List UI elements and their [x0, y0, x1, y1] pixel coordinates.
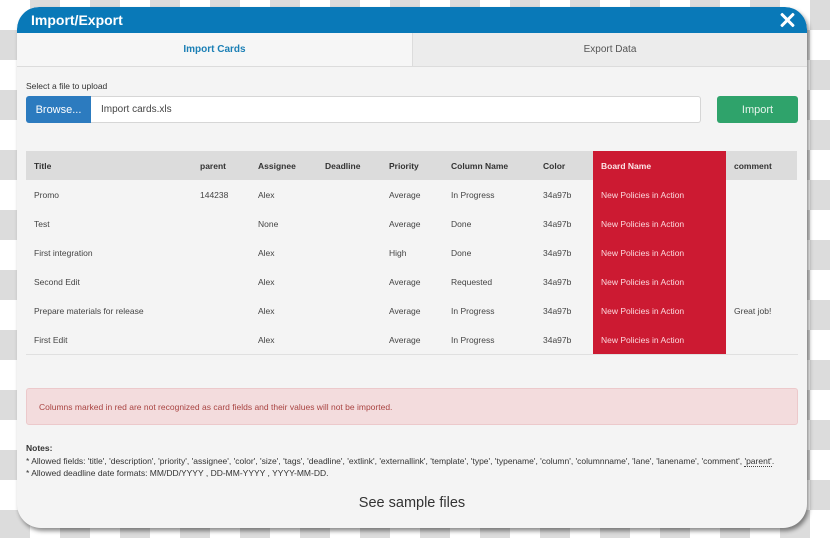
preview-table: Title parent Assignee Deadline Priority Colum… — [26, 151, 797, 354]
cell-board-name: New Policies in Action — [593, 180, 726, 209]
cell-board-name: New Policies in Action — [593, 325, 726, 354]
cell-parent — [192, 296, 250, 325]
column-header-priority: Priority — [381, 151, 443, 180]
tab-import-cards[interactable]: Import Cards — [17, 33, 412, 66]
import-panel: Select a file to upload Browse... Import… — [17, 81, 807, 511]
browse-button[interactable]: Browse... — [26, 96, 91, 123]
cell-deadline — [317, 238, 381, 267]
column-header-title: Title — [26, 151, 192, 180]
close-icon[interactable] — [779, 12, 795, 28]
cell-priority: Average — [381, 325, 443, 354]
cell-title: Prepare materials for release — [26, 296, 192, 325]
modal-title: Import/Export — [31, 12, 123, 28]
cell-title: First Edit — [26, 325, 192, 354]
column-header-deadline: Deadline — [317, 151, 381, 180]
cell-deadline — [317, 296, 381, 325]
cell-parent: 144238 — [192, 180, 250, 209]
cell-assignee: Alex — [250, 180, 317, 209]
cell-comment — [726, 180, 797, 209]
cell-assignee: Alex — [250, 296, 317, 325]
cell-parent — [192, 325, 250, 354]
cell-column-name: Done — [443, 209, 535, 238]
cell-title: Second Edit — [26, 267, 192, 296]
allowed-fields-text: * Allowed fields: 'title', 'description'… — [26, 455, 745, 466]
cell-comment — [726, 238, 797, 267]
cell-column-name: Done — [443, 238, 535, 267]
file-name-field[interactable]: Import cards.xls — [91, 96, 701, 123]
cell-priority: Average — [381, 180, 443, 209]
cell-comment — [726, 209, 797, 238]
column-header-column-name: Column Name — [443, 151, 535, 180]
cell-assignee: Alex — [250, 238, 317, 267]
cell-title: Test — [26, 209, 192, 238]
table-row: Test None Average Done 34a97b New Policies in… — [26, 209, 797, 238]
cell-priority: Average — [381, 267, 443, 296]
cell-parent — [192, 267, 250, 296]
cell-board-name: New Policies in Action — [593, 238, 726, 267]
cell-color: 34a97b — [535, 267, 593, 296]
cell-deadline — [317, 209, 381, 238]
cell-board-name: New Policies in Action — [593, 267, 726, 296]
column-header-color: Color — [535, 151, 593, 180]
table-header-row: Title parent Assignee Deadline Priority Colum… — [26, 151, 797, 180]
cell-title: First integration — [26, 238, 192, 267]
table-row: Second Edit Alex Average Requested 34a97b New… — [26, 267, 797, 296]
cell-assignee: Alex — [250, 325, 317, 354]
cell-comment: Great job! — [726, 296, 797, 325]
cell-color: 34a97b — [535, 209, 593, 238]
cell-color: 34a97b — [535, 180, 593, 209]
upload-label: Select a file to upload — [26, 81, 108, 91]
table-row: First integration Alex High Done 34a97b New P… — [26, 238, 797, 267]
cell-parent — [192, 209, 250, 238]
cell-priority: Average — [381, 296, 443, 325]
cell-priority: High — [381, 238, 443, 267]
cell-comment — [726, 325, 797, 354]
table-row: Promo 144238 Alex Average In Progress 34a97b N… — [26, 180, 797, 209]
cell-board-name: New Policies in Action — [593, 296, 726, 325]
unrecognized-columns-alert: Columns marked in red are not recognized… — [26, 388, 798, 425]
cell-priority: Average — [381, 209, 443, 238]
preview-table-wrapper: Title parent Assignee Deadline Priority Colum… — [26, 151, 798, 355]
date-formats-note: * Allowed deadline date formats: MM/DD/Y… — [26, 468, 329, 478]
see-sample-files-link[interactable]: See sample files — [26, 495, 798, 511]
tab-export-data[interactable]: Export Data — [412, 33, 807, 66]
allowed-fields-note: * Allowed fields: 'title', 'description'… — [26, 455, 798, 468]
modal-header: Import/Export — [17, 7, 807, 33]
table-row: First Edit Alex Average In Progress 34a97b Ne… — [26, 325, 797, 354]
cell-column-name: In Progress — [443, 180, 535, 209]
cell-deadline — [317, 267, 381, 296]
column-header-parent: parent — [192, 151, 250, 180]
column-header-board-name: Board Name — [593, 151, 726, 180]
cell-title: Promo — [26, 180, 192, 209]
cell-color: 34a97b — [535, 296, 593, 325]
allowed-fields-suffix: . — [771, 455, 775, 466]
table-body: Promo 144238 Alex Average In Progress 34a97b N… — [26, 180, 797, 354]
cell-parent — [192, 238, 250, 267]
import-button[interactable]: Import — [717, 96, 798, 123]
notes: Notes: * Allowed fields: 'title', 'descr… — [26, 442, 798, 480]
cell-comment — [726, 267, 797, 296]
cell-assignee: None — [250, 209, 317, 238]
cell-color: 34a97b — [535, 325, 593, 354]
cell-color: 34a97b — [535, 238, 593, 267]
column-header-assignee: Assignee — [250, 151, 317, 180]
cell-column-name: In Progress — [443, 325, 535, 354]
parent-field-abbr: 'parent' — [744, 455, 772, 467]
column-header-comment: comment — [726, 151, 797, 180]
upload-row: Browse... Import cards.xls Import — [26, 96, 798, 123]
notes-title: Notes: — [26, 443, 53, 453]
cell-deadline — [317, 325, 381, 354]
table-row: Prepare materials for release Alex Average… — [26, 296, 797, 325]
cell-column-name: In Progress — [443, 296, 535, 325]
import-export-modal: Import/Export Import Cards Export Data S… — [17, 7, 807, 528]
cell-board-name: New Policies in Action — [593, 209, 726, 238]
cell-assignee: Alex — [250, 267, 317, 296]
tab-bar: Import Cards Export Data — [17, 33, 807, 67]
cell-deadline — [317, 180, 381, 209]
cell-column-name: Requested — [443, 267, 535, 296]
